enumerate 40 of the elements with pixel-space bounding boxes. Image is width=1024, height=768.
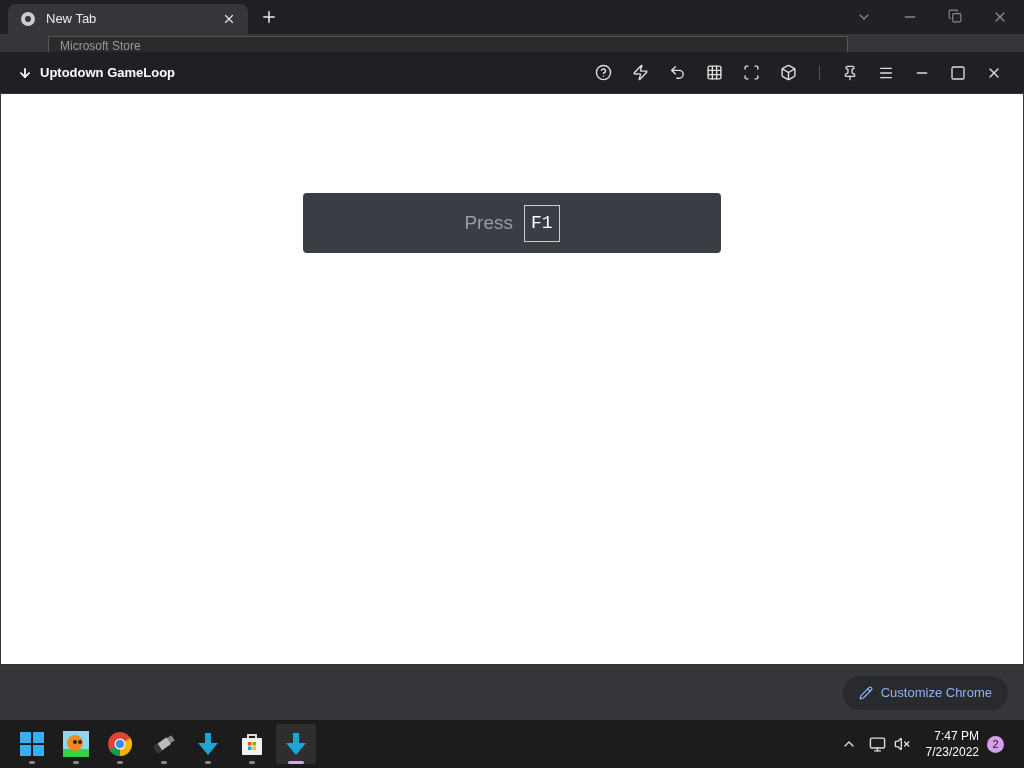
- shopping-bag-icon: [239, 731, 265, 757]
- chrome-icon: [20, 11, 36, 27]
- notification-badge[interactable]: 2: [987, 735, 1004, 753]
- windows-logo-icon: [19, 731, 45, 757]
- running-indicator: [249, 761, 255, 764]
- running-indicator: [205, 761, 211, 764]
- close-icon[interactable]: [222, 12, 236, 26]
- download-arrow-icon: [283, 731, 309, 757]
- keyboard-grid-icon[interactable]: [706, 64, 723, 81]
- window-title: Microsoft Store: [60, 39, 141, 52]
- muted-speaker-icon[interactable]: [893, 736, 910, 752]
- running-indicator: [117, 761, 123, 764]
- pin-icon[interactable]: [842, 64, 858, 81]
- cube-icon[interactable]: [780, 64, 797, 81]
- key-cap: F1: [524, 204, 560, 242]
- customize-chrome-button[interactable]: Customize Chrome: [842, 675, 1008, 710]
- pencil-icon: [858, 685, 873, 700]
- download-arrow-icon: [18, 65, 32, 80]
- fullscreen-icon[interactable]: [743, 64, 760, 81]
- network-icon[interactable]: [868, 735, 886, 753]
- lightning-icon[interactable]: [632, 64, 649, 81]
- hint-text: Press: [464, 210, 513, 235]
- running-indicator: [29, 761, 35, 764]
- cartoon-avatar-icon: [63, 731, 89, 757]
- new-tab-icon[interactable]: [260, 8, 278, 26]
- restore-icon[interactable]: [948, 9, 962, 23]
- clock-date[interactable]: 7/23/2022: [925, 744, 979, 760]
- undo-icon[interactable]: [669, 64, 686, 81]
- running-indicator: [288, 761, 304, 764]
- app-title: Uptodown GameLoop: [40, 63, 176, 82]
- taskbar-app-button[interactable]: [276, 724, 316, 764]
- running-indicator: [73, 761, 79, 764]
- clock-time[interactable]: 7:47 PM: [934, 728, 979, 744]
- download-arrow-icon: [195, 731, 221, 757]
- browser-tab[interactable]: New Tab: [8, 4, 248, 34]
- chrome-icon: [107, 731, 133, 757]
- help-icon[interactable]: [595, 64, 612, 81]
- tab-title: New Tab: [46, 10, 98, 29]
- maximize-icon[interactable]: [950, 64, 966, 81]
- running-indicator: [161, 761, 167, 764]
